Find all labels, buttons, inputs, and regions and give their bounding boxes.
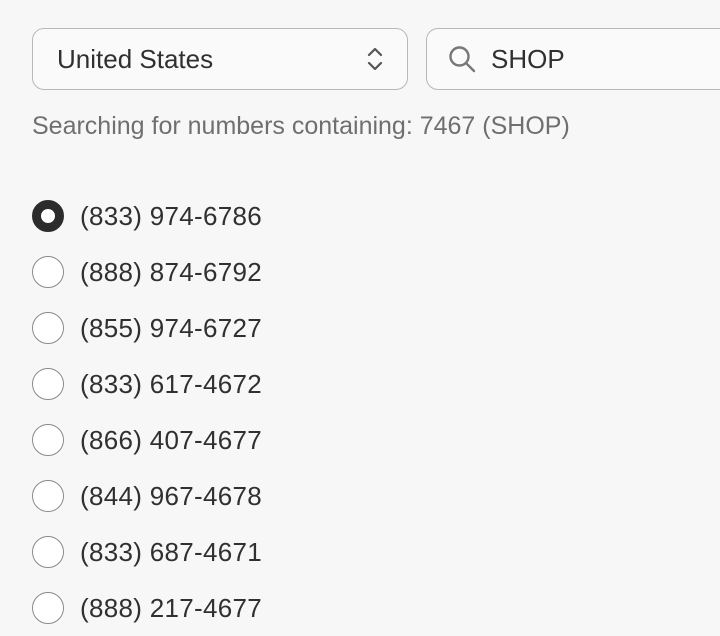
search-hint: Searching for numbers containing: 7467 (… bbox=[32, 112, 570, 140]
radio-unselected[interactable] bbox=[32, 312, 64, 344]
chevron-up-down-icon bbox=[367, 47, 383, 71]
search-input[interactable] bbox=[491, 43, 711, 75]
phone-number-label: (866) 407-4677 bbox=[80, 424, 262, 455]
phone-number-label: (833) 687-4671 bbox=[80, 536, 262, 567]
phone-number-option[interactable]: (866) 407-4677 bbox=[32, 412, 262, 468]
phone-number-option[interactable]: (833) 617-4672 bbox=[32, 356, 262, 412]
phone-number-label: (844) 967-4678 bbox=[80, 480, 262, 511]
radio-selected[interactable] bbox=[32, 200, 64, 232]
radio-unselected[interactable] bbox=[32, 592, 64, 624]
phone-number-option[interactable]: (833) 974-6786 bbox=[32, 188, 262, 244]
phone-number-label: (833) 974-6786 bbox=[80, 200, 262, 231]
radio-unselected[interactable] bbox=[32, 256, 64, 288]
radio-unselected[interactable] bbox=[32, 536, 64, 568]
phone-number-option[interactable]: (855) 974-6727 bbox=[32, 300, 262, 356]
phone-number-label: (855) 974-6727 bbox=[80, 312, 262, 343]
phone-number-option[interactable]: (888) 217-4677 bbox=[32, 580, 262, 636]
country-select-value: United States bbox=[57, 43, 214, 74]
phone-number-option[interactable]: (844) 967-4678 bbox=[32, 468, 262, 524]
phone-number-label: (833) 617-4672 bbox=[80, 368, 262, 399]
phone-number-list: (833) 974-6786 (888) 874-6792 (855) 974-67… bbox=[32, 188, 262, 636]
phone-number-label: (888) 217-4677 bbox=[80, 592, 262, 623]
radio-unselected[interactable] bbox=[32, 424, 64, 456]
phone-number-label: (888) 874-6792 bbox=[80, 256, 262, 287]
radio-unselected[interactable] bbox=[32, 368, 64, 400]
phone-number-option[interactable]: (888) 874-6792 bbox=[32, 244, 262, 300]
radio-unselected[interactable] bbox=[32, 480, 64, 512]
number-search-box[interactable] bbox=[426, 28, 720, 90]
search-icon bbox=[449, 46, 476, 73]
country-select[interactable]: United States bbox=[32, 28, 408, 90]
phone-number-option[interactable]: (833) 687-4671 bbox=[32, 524, 262, 580]
